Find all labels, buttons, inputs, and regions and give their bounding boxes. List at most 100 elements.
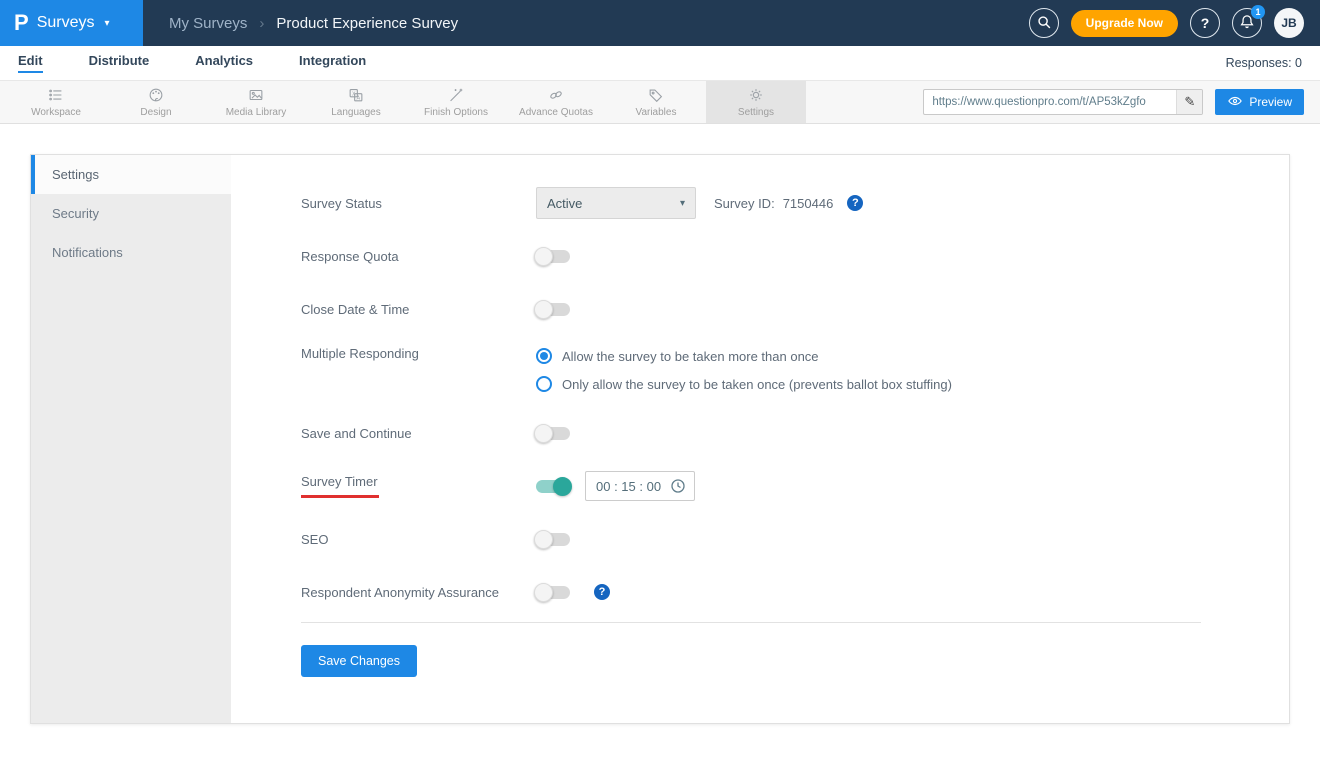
respondent-anonymity-help-icon[interactable]: ? xyxy=(594,584,610,600)
upgrade-now-button[interactable]: Upgrade Now xyxy=(1070,9,1178,37)
toolbar-right: ✎ Preview xyxy=(923,81,1320,123)
tab-distribute[interactable]: Distribute xyxy=(89,53,150,73)
survey-timer-duration-input[interactable]: 00 : 15 : 00 xyxy=(585,471,695,501)
pencil-icon: ✎ xyxy=(1184,94,1196,109)
survey-id-help-icon[interactable]: ? xyxy=(847,195,864,211)
radio-option-label: Only allow the survey to be taken once (… xyxy=(562,376,952,392)
tab-analytics[interactable]: Analytics xyxy=(195,53,253,73)
survey-url-field: ✎ xyxy=(923,89,1204,115)
translate-icon: XA xyxy=(347,86,365,104)
eye-icon xyxy=(1227,94,1243,111)
question-mark-icon: ? xyxy=(1200,15,1210,31)
chevron-down-icon: ▾ xyxy=(104,17,110,29)
preview-button[interactable]: Preview xyxy=(1215,89,1304,115)
tab-integration[interactable]: Integration xyxy=(299,53,366,73)
tab-edit[interactable]: Edit xyxy=(18,53,43,73)
survey-status-label: Survey Status xyxy=(301,195,382,211)
radio-option-label: Allow the survey to be taken more than o… xyxy=(562,348,819,364)
close-date-time-toggle[interactable] xyxy=(534,299,570,319)
sidebar-item-settings[interactable]: Settings xyxy=(31,155,231,194)
row-save-and-continue: Save and Continue xyxy=(301,417,1289,449)
toolbar-item-label: Workspace xyxy=(31,107,81,118)
toolbar-item-label: Media Library xyxy=(225,107,287,118)
gear-icon xyxy=(747,86,765,104)
respondent-anonymity-toggle[interactable] xyxy=(534,582,570,602)
page-title: Product Experience Survey xyxy=(276,14,459,32)
toolbar-item-settings[interactable]: Settings xyxy=(706,81,806,123)
breadcrumb: My Surveys › Product Experience Survey xyxy=(169,15,458,32)
avatar[interactable]: JB xyxy=(1274,8,1304,38)
edit-url-button[interactable]: ✎ xyxy=(1176,90,1203,114)
toggle-knob xyxy=(553,476,572,496)
toolbar-item-design[interactable]: Design xyxy=(106,81,206,123)
radio-option-only-once[interactable]: Only allow the survey to be taken once (… xyxy=(536,376,952,392)
settings-sidebar: Settings Security Notifications xyxy=(31,155,231,723)
toolbar-item-variables[interactable]: Variables xyxy=(606,81,706,123)
image-icon xyxy=(247,86,265,104)
toggle-knob xyxy=(534,529,553,549)
save-and-continue-toggle[interactable] xyxy=(534,423,570,443)
toolbar-item-languages[interactable]: XA Languages xyxy=(306,81,406,123)
app-name: Surveys xyxy=(36,14,95,31)
search-button[interactable] xyxy=(1028,8,1059,38)
toolbar-item-media-library[interactable]: Media Library xyxy=(206,81,306,123)
app-switcher[interactable]: P Surveys ▾ xyxy=(0,0,143,46)
multiple-responding-label: Multiple Responding xyxy=(301,346,419,361)
toolbar-item-workspace[interactable]: Workspace xyxy=(6,81,106,123)
notifications-button[interactable]: 1 xyxy=(1232,5,1265,38)
survey-timer-value: 00 : 15 : 00 xyxy=(596,478,662,494)
row-close-date-time: Close Date & Time xyxy=(301,293,1289,325)
breadcrumb-separator: › xyxy=(259,14,265,32)
response-quota-toggle[interactable] xyxy=(534,246,570,266)
settings-card: Settings Security Notifications Survey S… xyxy=(30,154,1290,724)
topbar-actions: Upgrade Now ? 1 JB xyxy=(1028,5,1320,38)
save-and-continue-label: Save and Continue xyxy=(301,425,412,441)
survey-id-value: 7150446 xyxy=(782,195,834,211)
settings-form: Survey Status Active ▾ Survey ID: 715044… xyxy=(231,155,1289,723)
survey-timer-toggle[interactable] xyxy=(536,476,572,496)
top-bar: P Surveys ▾ My Surveys › Product Experie… xyxy=(0,0,1320,46)
toolbar-item-finish-options[interactable]: Finish Options xyxy=(406,81,506,123)
respondent-anonymity-label: Respondent Anonymity Assurance xyxy=(301,584,500,600)
search-icon xyxy=(1035,13,1053,34)
red-underline-annotation xyxy=(301,495,379,498)
row-survey-status: Survey Status Active ▾ Survey ID: 715044… xyxy=(301,187,1289,219)
toolbar-item-label: Advance Quotas xyxy=(519,107,593,118)
svg-text:X: X xyxy=(352,91,356,97)
breadcrumb-my-surveys[interactable]: My Surveys xyxy=(169,15,247,32)
survey-timer-label: Survey Timer xyxy=(301,474,536,498)
seo-label: SEO xyxy=(301,531,329,547)
multiple-responding-options: Allow the survey to be taken more than o… xyxy=(536,346,952,392)
form-divider xyxy=(301,622,1201,623)
magic-wand-icon xyxy=(447,86,465,104)
save-changes-button[interactable]: Save Changes xyxy=(301,645,418,677)
survey-status-dropdown[interactable]: Active ▾ xyxy=(536,187,696,219)
responses-count: Responses: 0 xyxy=(1225,56,1302,70)
links-icon xyxy=(547,86,565,104)
survey-url-input[interactable] xyxy=(924,96,1177,108)
preview-label: Preview xyxy=(1249,95,1292,109)
response-quota-label: Response Quota xyxy=(301,248,399,264)
toggle-knob xyxy=(534,299,553,319)
survey-id-label: Survey ID: xyxy=(714,195,775,211)
radio-option-allow-multiple[interactable]: Allow the survey to be taken more than o… xyxy=(536,348,952,364)
row-respondent-anonymity: Respondent Anonymity Assurance ? xyxy=(301,576,1289,608)
close-date-time-label: Close Date & Time xyxy=(301,301,410,317)
radio-unselected-icon xyxy=(536,376,552,392)
sidebar-item-security[interactable]: Security xyxy=(31,194,231,233)
seo-toggle[interactable] xyxy=(534,529,570,549)
sidebar-item-notifications[interactable]: Notifications xyxy=(31,233,231,272)
main-tabs: Edit Distribute Analytics Integration Re… xyxy=(0,46,1320,80)
main-area: Settings Security Notifications Survey S… xyxy=(0,124,1320,754)
toolbar-item-label: Design xyxy=(140,107,172,118)
toolbar-item-advance-quotas[interactable]: Advance Quotas xyxy=(506,81,606,123)
palette-icon xyxy=(147,86,165,104)
svg-text:A: A xyxy=(356,95,360,101)
tag-icon xyxy=(647,86,665,104)
notification-badge: 1 xyxy=(1251,5,1265,19)
help-button[interactable]: ? xyxy=(1190,8,1220,38)
row-survey-timer: Survey Timer 00 : 15 : 00 xyxy=(301,470,1289,502)
row-response-quota: Response Quota xyxy=(301,240,1289,272)
toolbar-item-label: Finish Options xyxy=(424,107,488,118)
toggle-knob xyxy=(534,582,553,602)
